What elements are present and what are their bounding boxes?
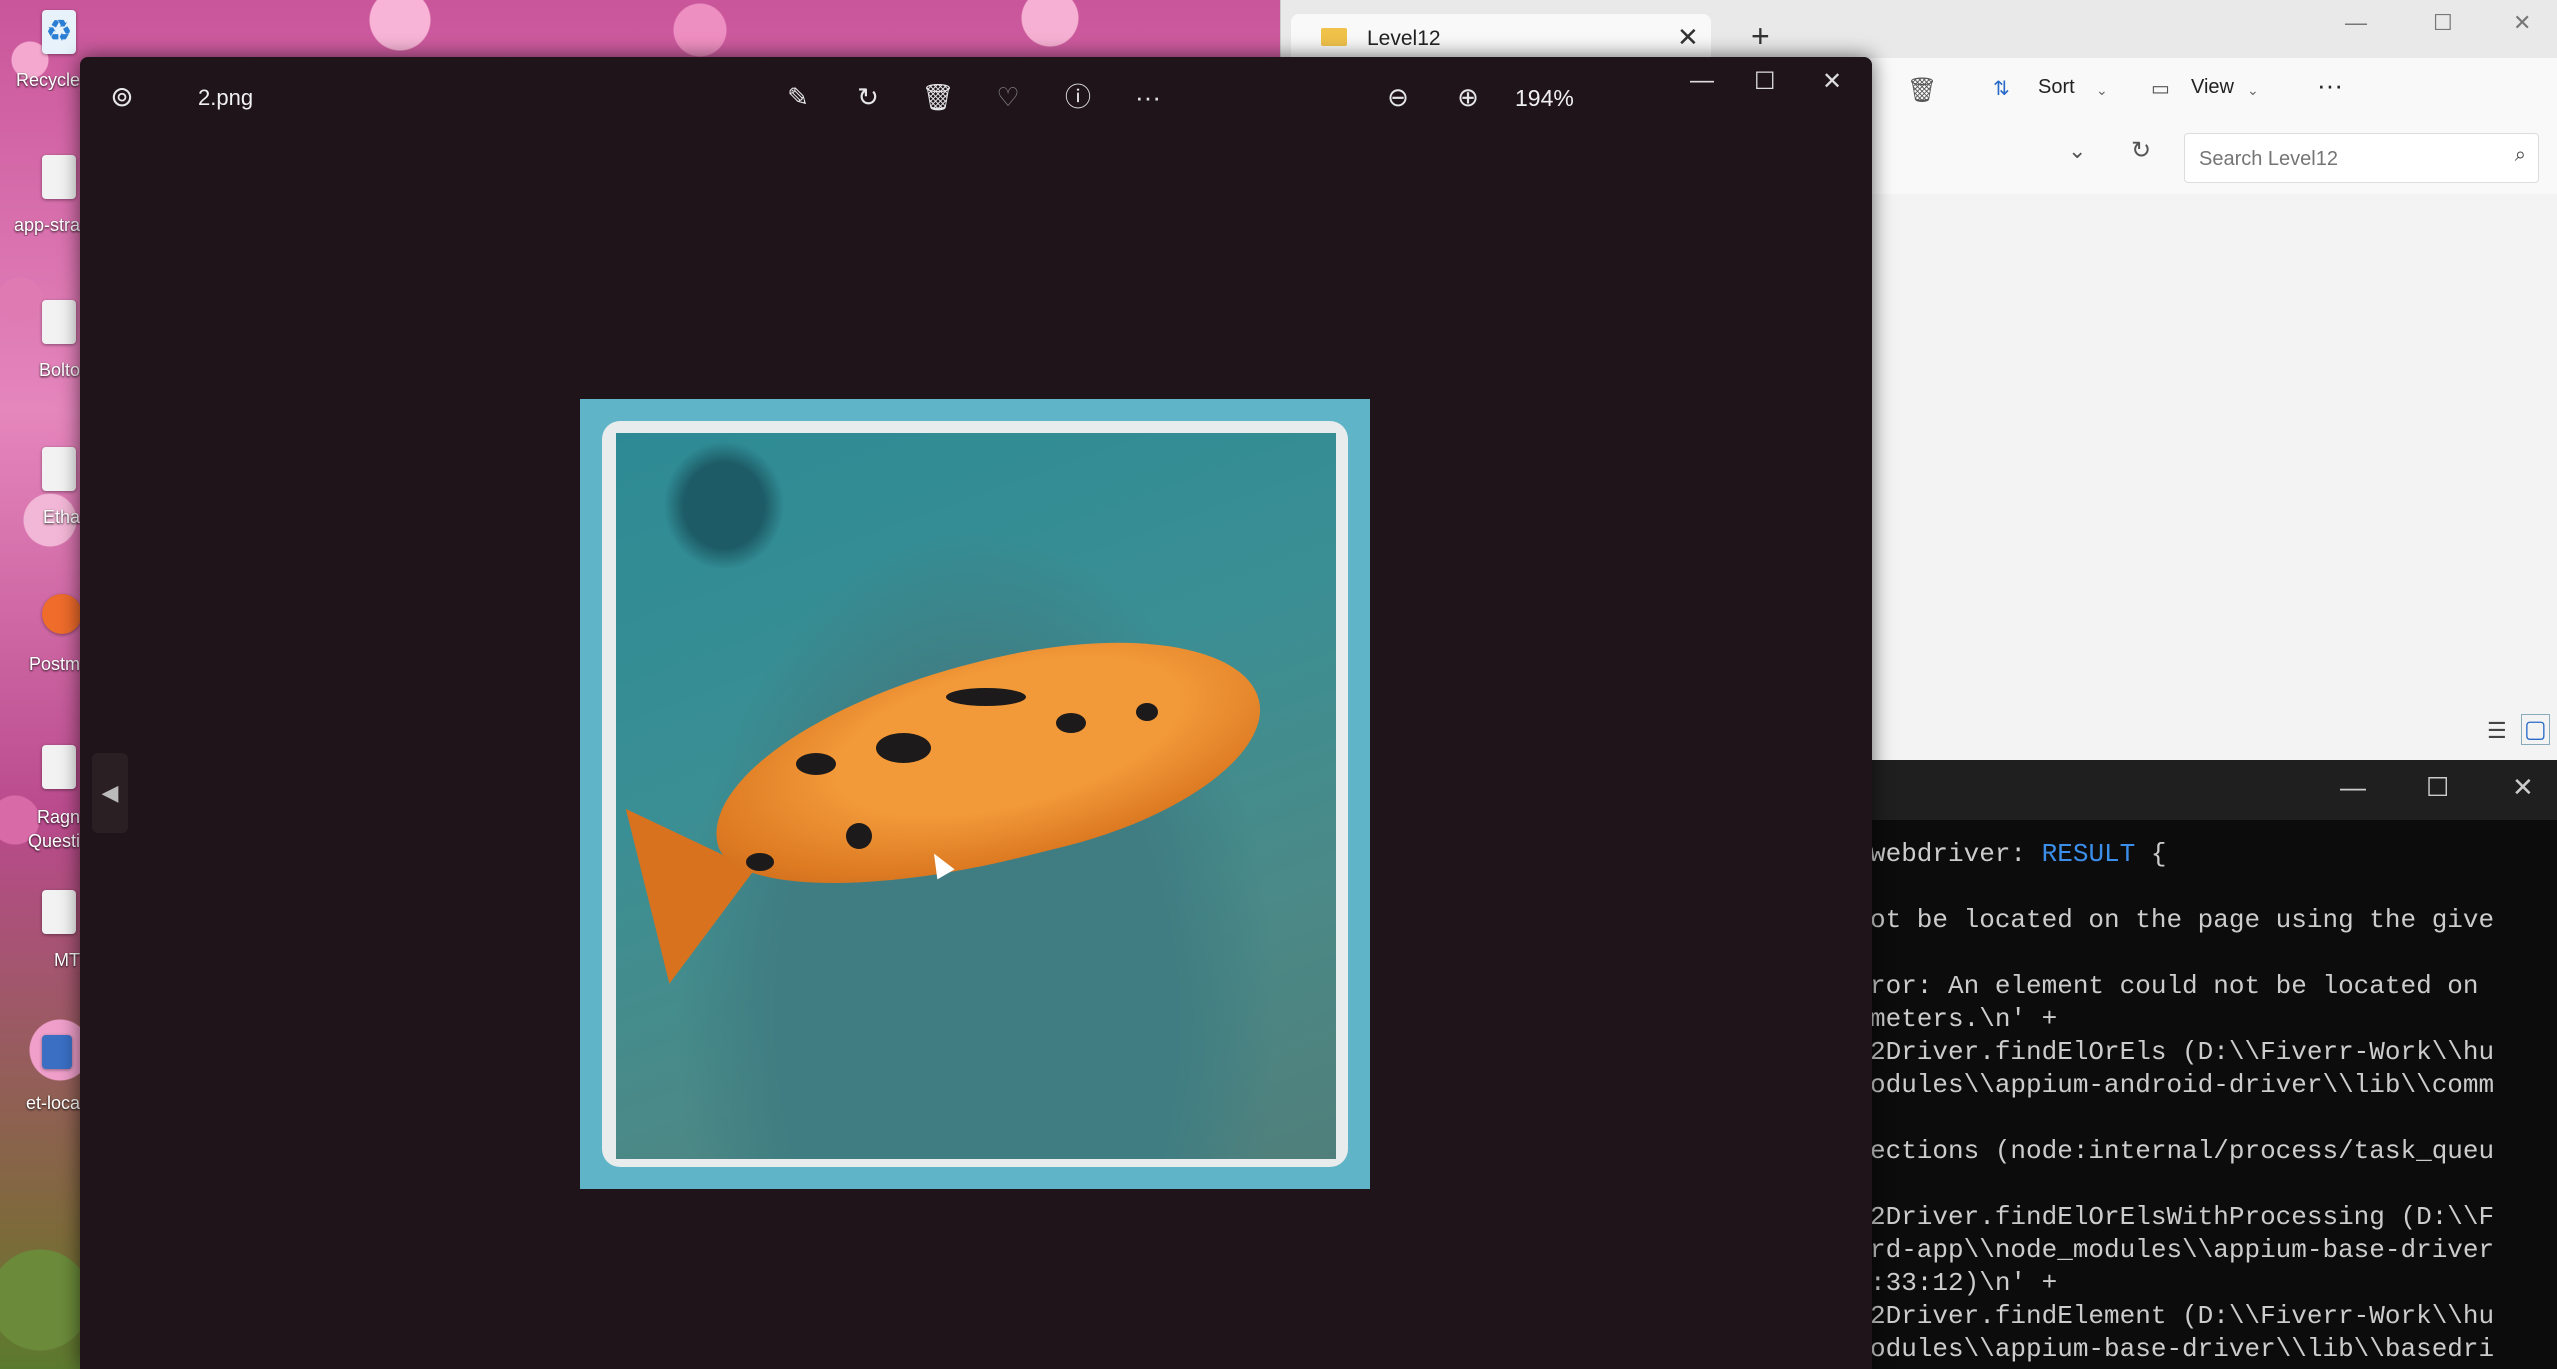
displayed-image[interactable] xyxy=(580,399,1370,1189)
desktop-icon-etha[interactable]: Etha xyxy=(0,447,80,537)
close-icon[interactable]: ✕ xyxy=(1822,67,1842,96)
app-icon xyxy=(42,1035,72,1069)
maximize-icon[interactable]: ☐ xyxy=(2433,10,2453,36)
rotate-icon[interactable]: ↻ xyxy=(850,79,886,115)
view-icon: ▭ xyxy=(2151,78,2170,100)
refresh-icon[interactable]: ↻ xyxy=(2131,136,2151,165)
sort-icon: ⇅ xyxy=(1993,78,2010,100)
terminal-line: odules\\appium-android-driver\\lib\\comm xyxy=(1870,1070,2495,1100)
zoom-out-icon[interactable]: ⊖ xyxy=(1380,79,1416,115)
desktop-icon-et-loca[interactable]: et-loca xyxy=(0,1035,80,1125)
photos-viewer-window: ⊚ 2.png ✎ ↻ 🗑 ♡ ⓘ ··· ⊖ ⊕ 194% — ☐ ✕ ◀ xyxy=(80,57,1872,1369)
desktop-icon-ragn[interactable]: Ragn Questi xyxy=(0,745,80,865)
desktop-icon-mt[interactable]: MT xyxy=(0,890,80,980)
desktop-icon-label: Etha xyxy=(42,507,80,527)
fish-spot xyxy=(876,733,931,763)
terminal-line: ot be located on the page using the give xyxy=(1870,905,2495,935)
more-icon[interactable]: ··· xyxy=(1130,79,1166,115)
maximize-icon[interactable]: ☐ xyxy=(2426,772,2449,803)
terminal-line: ror: An element could not be located on xyxy=(1870,971,2479,1001)
desktop-icon-postman[interactable]: Postm xyxy=(0,594,82,684)
postman-icon xyxy=(42,594,82,634)
desktop-icon-label: et-loca xyxy=(25,1093,80,1113)
view-button[interactable]: View xyxy=(2191,76,2234,99)
delete-icon[interactable]: 🗑 xyxy=(1907,76,1937,105)
explorer-tab[interactable]: Level12 ✕ xyxy=(1291,14,1711,58)
previous-image-button[interactable]: ◀ xyxy=(92,753,128,833)
fish-spot xyxy=(946,688,1026,706)
desktop-icon-label: Postm xyxy=(28,654,80,674)
close-tab-icon[interactable]: ✕ xyxy=(1677,22,1699,53)
search-icon: ⌕ xyxy=(2514,144,2526,166)
fish-spot xyxy=(1136,703,1158,721)
file-icon xyxy=(42,745,76,789)
desktop-icon-label: Ragn Questi xyxy=(27,807,80,851)
edit-icon[interactable]: ✎ xyxy=(780,79,816,115)
minimize-icon[interactable]: — xyxy=(2345,10,2367,36)
desktop-icon-label: MT xyxy=(54,950,80,970)
terminal-line: odules\\appium-base-driver\\lib\\basedri xyxy=(1870,1334,2495,1364)
terminal-line: 2Driver.findElOrElsWithProcessing (D:\\F xyxy=(1870,1202,2495,1232)
terminal-line: 2Driver.findElOrEls (D:\\Fiverr-Work\\hu xyxy=(1870,1037,2495,1067)
address-dropdown-icon[interactable]: ⌄ xyxy=(2068,138,2086,164)
zoom-in-icon[interactable]: ⊕ xyxy=(1450,79,1486,115)
terminal-line: ections (node:internal/process/task_queu xyxy=(1870,1136,2495,1166)
desktop-icon-bolto[interactable]: Bolto xyxy=(0,300,80,390)
details-view-icon[interactable]: ☰ xyxy=(2487,718,2507,744)
photos-toolbar: ⊚ 2.png ✎ ↻ 🗑 ♡ ⓘ ··· ⊖ ⊕ 194% — ☐ ✕ xyxy=(80,57,1872,137)
koi-fish xyxy=(690,598,1282,928)
explorer-tab-bar: Level12 ✕ + — ☐ ✕ xyxy=(1281,0,2557,58)
terminal-line: webdriver: RESULT { xyxy=(1870,839,2167,869)
gallery-icon[interactable]: ⊚ xyxy=(104,79,140,115)
fish-spot xyxy=(1056,713,1086,733)
chevron-down-icon: ⌄ xyxy=(2247,82,2259,98)
thumbnail-view-icon[interactable]: ▢ xyxy=(2521,714,2550,745)
desktop-icon-label: app-stra xyxy=(13,215,80,235)
chevron-left-icon: ◀ xyxy=(101,780,119,805)
file-icon xyxy=(42,890,76,934)
chevron-down-icon: ⌄ xyxy=(2096,82,2108,98)
sort-button[interactable]: Sort xyxy=(2038,76,2075,99)
delete-icon[interactable]: 🗑 xyxy=(920,79,956,115)
terminal-keyword: RESULT xyxy=(2041,839,2136,869)
fish-spot xyxy=(746,853,774,871)
search-input[interactable] xyxy=(2197,144,2501,174)
minimize-icon[interactable]: — xyxy=(2340,772,2366,803)
recycle-bin-icon: ♻ xyxy=(42,10,76,54)
terminal-line: 2Driver.findElement (D:\\Fiverr-Work\\hu xyxy=(1870,1301,2495,1331)
info-icon[interactable]: ⓘ xyxy=(1060,79,1096,115)
desktop-icon-recycle[interactable]: ♻ Recycle xyxy=(0,10,80,100)
close-icon[interactable]: ✕ xyxy=(2513,10,2531,36)
folder-icon xyxy=(1321,28,1347,46)
zoom-level[interactable]: 194% xyxy=(1515,85,1574,112)
file-icon xyxy=(42,155,76,199)
file-icon xyxy=(42,300,76,344)
desktop-icon-app-stra[interactable]: app-stra xyxy=(0,155,80,245)
file-name: 2.png xyxy=(198,85,254,110)
desktop-icon-label: Recycle xyxy=(15,70,80,90)
image-water xyxy=(616,433,1336,1159)
favorite-icon[interactable]: ♡ xyxy=(990,79,1026,115)
terminal-line: rd-app\\node_modules\\appium-base-driver xyxy=(1870,1235,2495,1265)
new-tab-button[interactable]: + xyxy=(1751,20,1770,52)
fish-spot xyxy=(846,823,872,849)
desktop-icon-label: Bolto xyxy=(38,360,80,380)
maximize-icon[interactable]: ☐ xyxy=(1754,67,1776,96)
file-icon xyxy=(42,447,76,491)
more-options-button[interactable]: ··· xyxy=(2317,70,2343,101)
search-box[interactable]: ⌕ xyxy=(2184,133,2539,183)
terminal-line: :33:12)\n' + xyxy=(1870,1268,2058,1298)
fish-spot xyxy=(796,753,836,775)
explorer-tab-title: Level12 xyxy=(1367,27,1441,50)
close-icon[interactable]: ✕ xyxy=(2512,772,2534,803)
terminal-line: meters.\n' + xyxy=(1870,1004,2058,1034)
minimize-icon[interactable]: — xyxy=(1690,67,1714,95)
